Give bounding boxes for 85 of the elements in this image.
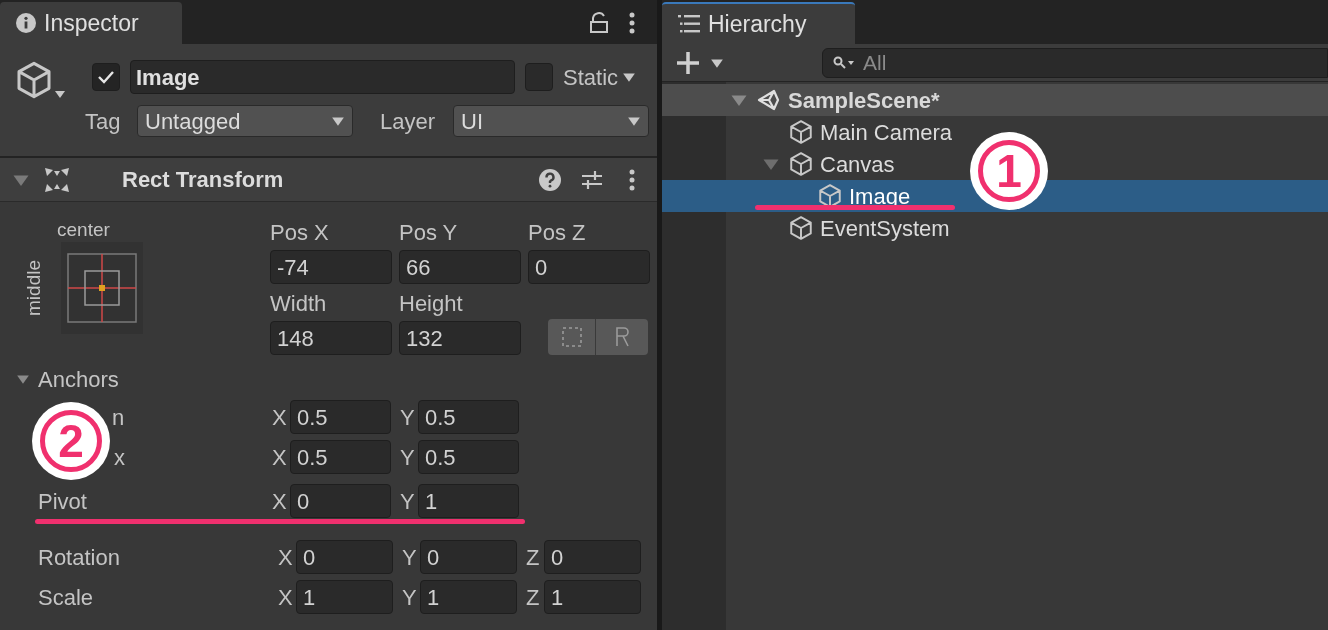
inspector-tab[interactable]: Inspector [0, 2, 182, 44]
number-field[interactable]: 132 [399, 321, 521, 355]
tag-dropdown[interactable]: Untagged [137, 105, 353, 137]
unity-logo-icon [756, 87, 782, 113]
help-icon[interactable] [539, 168, 561, 191]
axis-label: X [272, 443, 288, 472]
cube-icon [788, 151, 814, 177]
number-field[interactable]: 0 [296, 540, 393, 574]
axis-label: X [272, 403, 288, 432]
field-label: Pos Z [528, 219, 587, 247]
hierarchy-item-label: Main Camera [820, 118, 953, 147]
list-icon [678, 15, 700, 33]
anchor-preset-drawing [66, 253, 137, 323]
hierarchy-item-label: EventSystem [820, 214, 950, 243]
dashed-square-icon [561, 327, 582, 347]
info-icon [16, 13, 36, 33]
axis-label: Y [400, 487, 416, 516]
hierarchy-row[interactable]: SampleScene* [662, 84, 1328, 116]
field-label: Height [399, 290, 464, 318]
search-field[interactable]: All [822, 47, 1328, 78]
number-field[interactable]: 1 [420, 580, 517, 614]
anchor-vertical-label: middle [22, 260, 45, 316]
static-checkbox[interactable] [525, 63, 553, 91]
hierarchy-item-label: Canvas [820, 150, 895, 179]
axis-label: X [278, 543, 294, 572]
raw-edit-icon [615, 327, 629, 347]
checkmark-icon [97, 70, 115, 84]
move-arrows-icon [44, 166, 70, 193]
lock-icon[interactable] [589, 12, 609, 34]
blueprint-mode-button[interactable] [548, 319, 596, 355]
number-field[interactable]: 0 [290, 484, 391, 518]
number-field[interactable]: 1 [418, 484, 519, 518]
caret-icon [54, 88, 66, 100]
sliders-icon[interactable] [581, 168, 603, 191]
property-label: Rotation [38, 544, 120, 570]
anchors-foldout-label[interactable]: Anchors [38, 362, 119, 396]
layer-label: Layer [380, 107, 437, 136]
plus-icon [676, 50, 700, 75]
property-label: x [114, 444, 125, 470]
object-name-field[interactable]: Image [130, 60, 515, 94]
field-label: Pos Y [399, 219, 459, 247]
axis-label: Y [400, 403, 416, 432]
cube-icon [788, 119, 814, 145]
property-label: n [112, 404, 125, 430]
axis-label: Y [400, 443, 416, 472]
axis-label: X [278, 583, 294, 612]
number-field[interactable]: 0.5 [418, 400, 519, 434]
property-label: Pivot [38, 488, 87, 514]
layer-dropdown[interactable]: UI [453, 105, 649, 137]
number-field[interactable]: 0 [528, 250, 650, 284]
field-label: Pos X [270, 219, 330, 247]
property-label: Scale [38, 584, 94, 610]
hierarchy-row[interactable]: EventSystem [662, 212, 954, 244]
cube-icon [788, 215, 814, 241]
axis-label: Z [526, 543, 541, 572]
component-title: Rect Transform [122, 166, 285, 194]
number-field[interactable]: 66 [399, 250, 521, 284]
anchor-preset-button[interactable] [60, 242, 143, 334]
hierarchy-row[interactable]: Canvas [662, 148, 899, 180]
hierarchy-tab[interactable]: Hierarchy [662, 2, 855, 44]
number-field[interactable]: -74 [270, 250, 392, 284]
hierarchy-item-label: SampleScene* [788, 86, 940, 115]
anchor-horizontal-label: center [57, 218, 110, 242]
search-icon [833, 55, 855, 70]
component-header[interactable]: Rect Transform [0, 158, 657, 202]
number-field[interactable]: 0 [544, 540, 641, 574]
number-field[interactable]: 0.5 [290, 440, 391, 474]
tag-label: Tag [85, 107, 122, 136]
number-field[interactable]: 0 [420, 540, 517, 574]
axis-label: Y [402, 583, 418, 612]
hierarchy-row[interactable]: Main Camera [662, 116, 957, 148]
axis-label: Y [402, 543, 418, 572]
active-checkbox[interactable] [92, 63, 120, 91]
field-label: Width [270, 290, 328, 318]
static-dropdown[interactable]: Static [563, 60, 637, 94]
axis-label: Z [526, 583, 541, 612]
number-field[interactable]: 148 [270, 321, 392, 355]
number-field[interactable]: 1 [544, 580, 641, 614]
axis-label: X [272, 487, 288, 516]
number-field[interactable]: 0.5 [290, 400, 391, 434]
search-placeholder: All [863, 49, 887, 76]
number-field[interactable]: 0.5 [418, 440, 519, 474]
number-field[interactable]: 1 [296, 580, 393, 614]
more-options-icon[interactable] [629, 168, 635, 191]
more-options-icon[interactable] [629, 12, 635, 34]
